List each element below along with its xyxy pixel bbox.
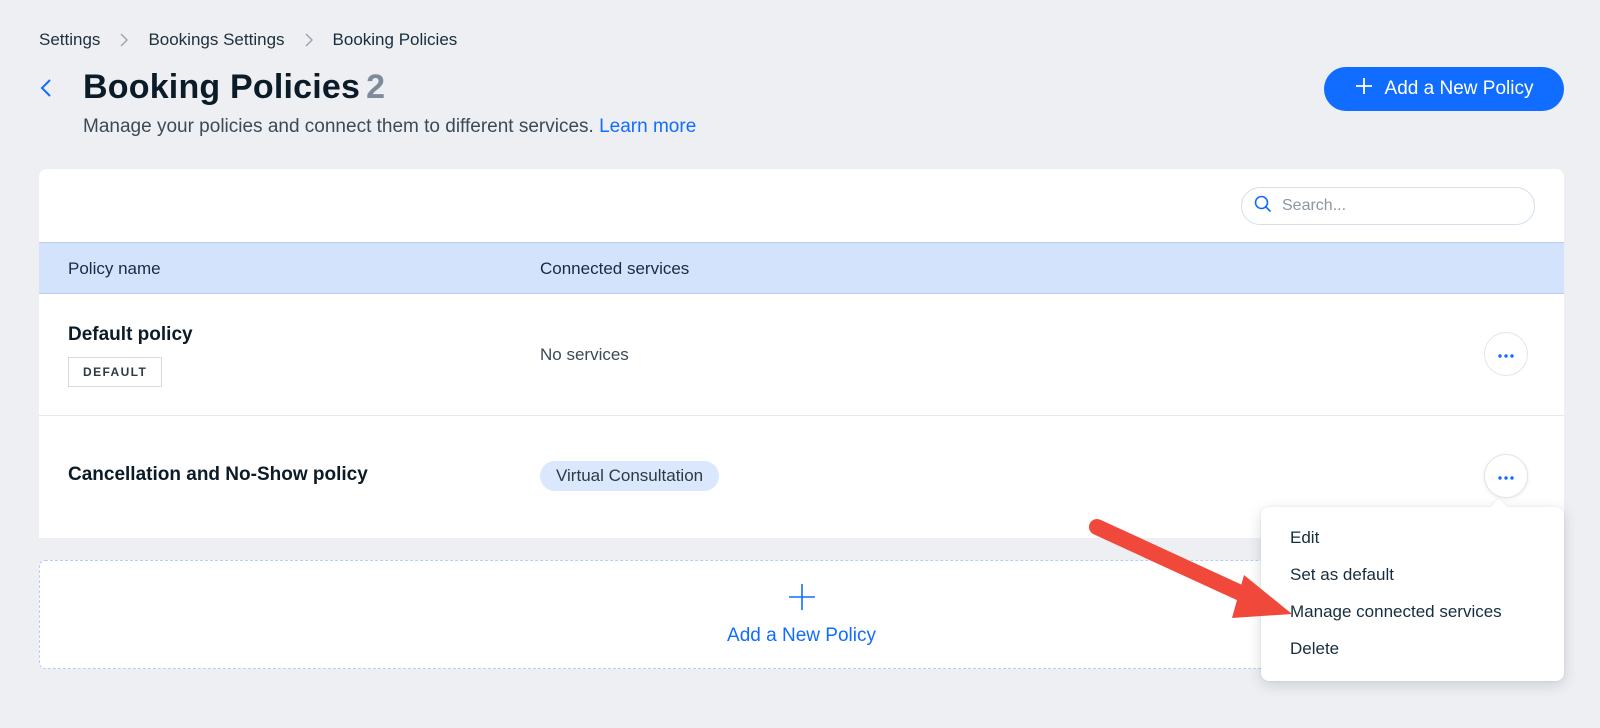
search-box[interactable]: [1241, 187, 1535, 225]
more-actions-button[interactable]: [1484, 332, 1528, 376]
breadcrumb-booking-policies: Booking Policies: [332, 30, 458, 49]
subtitle-text: Manage your policies and connect them to…: [83, 116, 594, 137]
chevron-right-icon: [120, 33, 129, 47]
booking-policies-page: Settings Bookings Settings Booking Polic…: [0, 0, 1600, 728]
chevron-left-icon: [40, 78, 52, 103]
menu-item-manage-connected-services[interactable]: Manage connected services: [1261, 593, 1564, 630]
table-header: Policy name Connected services: [39, 242, 1564, 294]
menu-item-edit[interactable]: Edit: [1261, 519, 1564, 556]
page-title-text: Booking Policies: [83, 68, 361, 106]
search-icon: [1254, 195, 1272, 218]
more-actions-button[interactable]: [1484, 454, 1528, 498]
more-dots-icon: [1498, 467, 1514, 485]
search-input[interactable]: [1282, 197, 1512, 215]
policy-actions-menu: Edit Set as default Manage connected ser…: [1261, 507, 1564, 681]
policy-count: 2: [366, 68, 386, 106]
default-badge: DEFAULT: [68, 357, 163, 387]
column-header-policy-name[interactable]: Policy name: [68, 259, 161, 279]
column-header-connected-services[interactable]: Connected services: [540, 259, 689, 279]
learn-more-link[interactable]: Learn more: [599, 116, 696, 137]
service-tag: Virtual Consultation: [540, 461, 720, 491]
back-button[interactable]: [36, 78, 56, 102]
breadcrumb-settings[interactable]: Settings: [39, 30, 100, 50]
page-subtitle: Manage your policies and connect them to…: [83, 116, 696, 138]
menu-item-delete[interactable]: Delete: [1261, 630, 1564, 667]
policy-name: Cancellation and No-Show policy: [68, 464, 368, 485]
plus-icon: [787, 582, 817, 617]
more-dots-icon: [1498, 345, 1514, 363]
add-new-policy-button[interactable]: Add a New Policy: [1324, 67, 1564, 111]
plus-icon: [1355, 77, 1373, 101]
connected-services-text: No services: [540, 345, 629, 364]
policies-table-card: Policy name Connected services Default p…: [39, 169, 1564, 538]
add-new-policy-label: Add a New Policy: [1384, 78, 1534, 99]
add-new-policy-area-label: Add a New Policy: [727, 625, 876, 646]
breadcrumb: Settings Bookings Settings Booking Polic…: [39, 30, 457, 50]
page-title: Booking Policies 2: [83, 68, 385, 107]
breadcrumb-bookings-settings[interactable]: Bookings Settings: [148, 30, 284, 50]
chevron-right-icon: [305, 33, 313, 47]
policy-name: Default policy: [68, 324, 193, 345]
menu-item-set-as-default[interactable]: Set as default: [1261, 556, 1564, 593]
table-row[interactable]: Default policy DEFAULT No services: [39, 294, 1564, 416]
